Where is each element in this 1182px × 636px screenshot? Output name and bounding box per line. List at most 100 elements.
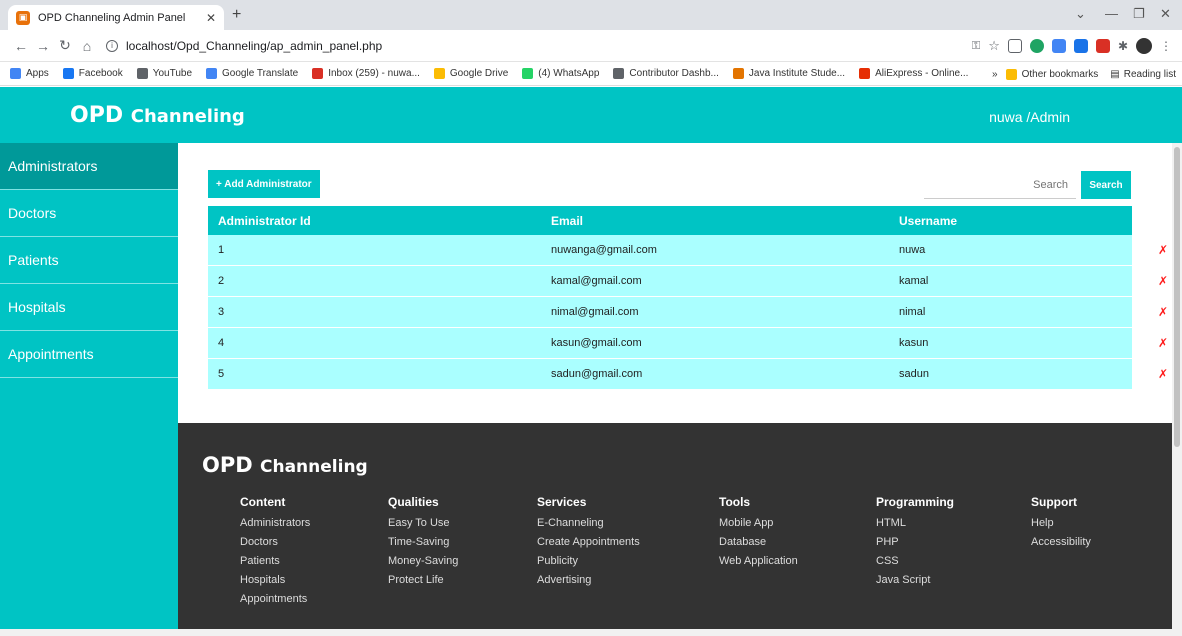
footer-link[interactable]: Protect Life (388, 574, 458, 586)
close-window-icon[interactable]: ✕ (1160, 6, 1171, 22)
brand-logo[interactable]: OPD Channeling (70, 103, 245, 128)
add-administrator-button[interactable]: + Add Administrator (208, 170, 320, 198)
footer-column-support: Support Help Accessibility (1031, 495, 1091, 555)
bookmark-item[interactable]: YouTube (136, 68, 193, 79)
new-tab-icon[interactable]: + (232, 6, 241, 24)
footer-link[interactable]: Administrators (240, 517, 310, 529)
footer-link[interactable]: Advertising (537, 574, 640, 586)
search-input[interactable] (924, 171, 1076, 199)
footer-link[interactable]: Patients (240, 555, 310, 567)
footer-link[interactable]: Create Appointments (537, 536, 640, 548)
footer-link[interactable]: Appointments (240, 593, 310, 605)
sidebar-item-administrators[interactable]: Administrators (0, 143, 178, 190)
table-row: 4 kasun@gmail.com kasun ✗ (208, 328, 1168, 359)
vertical-scroll-thumb[interactable] (1174, 147, 1180, 447)
more-bookmarks-icon[interactable]: » (992, 69, 998, 80)
footer-link[interactable]: Java Script (876, 574, 954, 586)
sidebar: Administrators Doctors Patients Hospitals Ap… (0, 143, 178, 629)
search-button[interactable]: Search (1081, 171, 1131, 199)
bookmark-label: YouTube (152, 68, 193, 79)
home-icon[interactable]: ⌂ (76, 38, 98, 54)
bookmark-label: Google Translate (222, 68, 299, 79)
reading-list-icon: ▤ (1110, 68, 1120, 80)
close-tab-icon[interactable]: ✕ (206, 11, 216, 25)
delete-icon[interactable]: ✗ (1158, 336, 1168, 350)
sidebar-item-doctors[interactable]: Doctors (0, 190, 178, 237)
browser-tab[interactable]: ▣ OPD Channeling Admin Panel ✕ (8, 5, 224, 30)
bookmark-item[interactable]: (4) WhatsApp (522, 68, 599, 79)
bookmark-item[interactable]: Inbox (259) - nuwa... (312, 68, 420, 79)
footer-link[interactable]: Easy To Use (388, 517, 458, 529)
footer-link[interactable]: Time-Saving (388, 536, 458, 548)
footer-link[interactable]: Accessibility (1031, 536, 1091, 548)
horizontal-scrollbar[interactable] (0, 629, 1182, 636)
table-row: 5 sadun@gmail.com sadun ✗ (208, 359, 1168, 390)
reading-list[interactable]: Reading list (1124, 69, 1176, 80)
footer-link[interactable]: Mobile App (719, 517, 798, 529)
footer-link[interactable]: CSS (876, 555, 954, 567)
extension-2-icon[interactable] (1029, 39, 1044, 53)
bookmark-item[interactable]: Contributor Dashb... (613, 68, 719, 79)
bookmark-icon (433, 68, 445, 79)
footer-link[interactable]: Doctors (240, 536, 310, 548)
maximize-icon[interactable]: ❐ (1133, 6, 1145, 22)
minimize-icon[interactable]: — (1105, 6, 1118, 21)
other-bookmarks[interactable]: Other bookmarks (1022, 69, 1099, 80)
extensions-area: ⚿ ☆ ✱ ⋮ (972, 38, 1172, 54)
bookmark-icon (522, 68, 534, 79)
extension-4-icon[interactable] (1073, 39, 1088, 53)
footer-link[interactable]: HTML (876, 517, 954, 529)
delete-icon[interactable]: ✗ (1158, 305, 1168, 319)
menu-icon[interactable]: ⋮ (1160, 39, 1172, 53)
cell-email: nimal@gmail.com (551, 306, 639, 318)
bookmark-icon (613, 68, 625, 79)
back-icon[interactable]: ← (10, 38, 32, 54)
delete-icon[interactable]: ✗ (1158, 274, 1168, 288)
footer-link[interactable]: Database (719, 536, 798, 548)
reload-icon[interactable]: ↻ (54, 37, 76, 54)
footer-link[interactable]: PHP (876, 536, 954, 548)
footer-brand: OPD Channeling (202, 453, 368, 477)
footer-column-title: Services (537, 495, 587, 509)
cell-id: 4 (218, 337, 225, 349)
footer-link[interactable]: Web Application (719, 555, 798, 567)
browser-tabbar: ▣ OPD Channeling Admin Panel ✕ + ⌄ — ❐ ✕ (0, 0, 1182, 30)
bookmark-label: Google Drive (449, 68, 509, 79)
tab-search-icon[interactable]: ⌄ (1075, 6, 1086, 22)
cell-email: sadun@gmail.com (551, 368, 643, 380)
extension-5-icon[interactable] (1095, 39, 1110, 53)
bookmark-item[interactable]: Google Translate (206, 68, 298, 79)
footer-link[interactable]: Publicity (537, 555, 640, 567)
url-field[interactable]: i localhost/Opd_Channeling/ap_admin_pane… (106, 39, 382, 53)
bookmark-item[interactable]: Facebook (62, 68, 123, 79)
sidebar-item-appointments[interactable]: Appointments (0, 331, 178, 378)
delete-icon[interactable]: ✗ (1158, 367, 1168, 381)
cell-username: kamal (899, 275, 929, 287)
star-icon[interactable]: ☆ (988, 38, 1000, 54)
cell-id: 2 (218, 275, 225, 287)
url-text: localhost/Opd_Channeling/ap_admin_panel.… (126, 38, 383, 53)
bookmark-item[interactable]: Apps (10, 68, 49, 79)
bookmark-icon (859, 68, 871, 79)
footer-link[interactable]: E-Channeling (537, 517, 640, 529)
bookmark-item[interactable]: AliExpress - Online... (859, 68, 968, 79)
puzzle-icon[interactable]: ✱ (1118, 39, 1128, 53)
sidebar-item-hospitals[interactable]: Hospitals (0, 284, 178, 331)
cell-email: kasun@gmail.com (551, 337, 642, 349)
avatar[interactable] (1136, 38, 1152, 54)
footer-brand-sub: Channeling (260, 457, 368, 477)
delete-icon[interactable]: ✗ (1158, 243, 1168, 257)
bookmark-label: Inbox (259) - nuwa... (328, 68, 420, 79)
bookmark-item[interactable]: Google Drive (433, 68, 509, 79)
forward-icon[interactable]: → (32, 38, 54, 54)
footer-link[interactable]: Hospitals (240, 574, 310, 586)
extension-1-icon[interactable] (1007, 39, 1022, 53)
footer-link[interactable]: Money-Saving (388, 555, 458, 567)
bookmark-item[interactable]: Java Institute Stude... (732, 68, 845, 79)
extension-3-icon[interactable] (1051, 39, 1066, 53)
footer-link[interactable]: Help (1031, 517, 1091, 529)
key-icon[interactable]: ⚿ (972, 40, 980, 53)
sidebar-item-patients[interactable]: Patients (0, 237, 178, 284)
user-label[interactable]: nuwa /Admin (989, 109, 1070, 125)
site-info-icon[interactable]: i (106, 39, 118, 52)
